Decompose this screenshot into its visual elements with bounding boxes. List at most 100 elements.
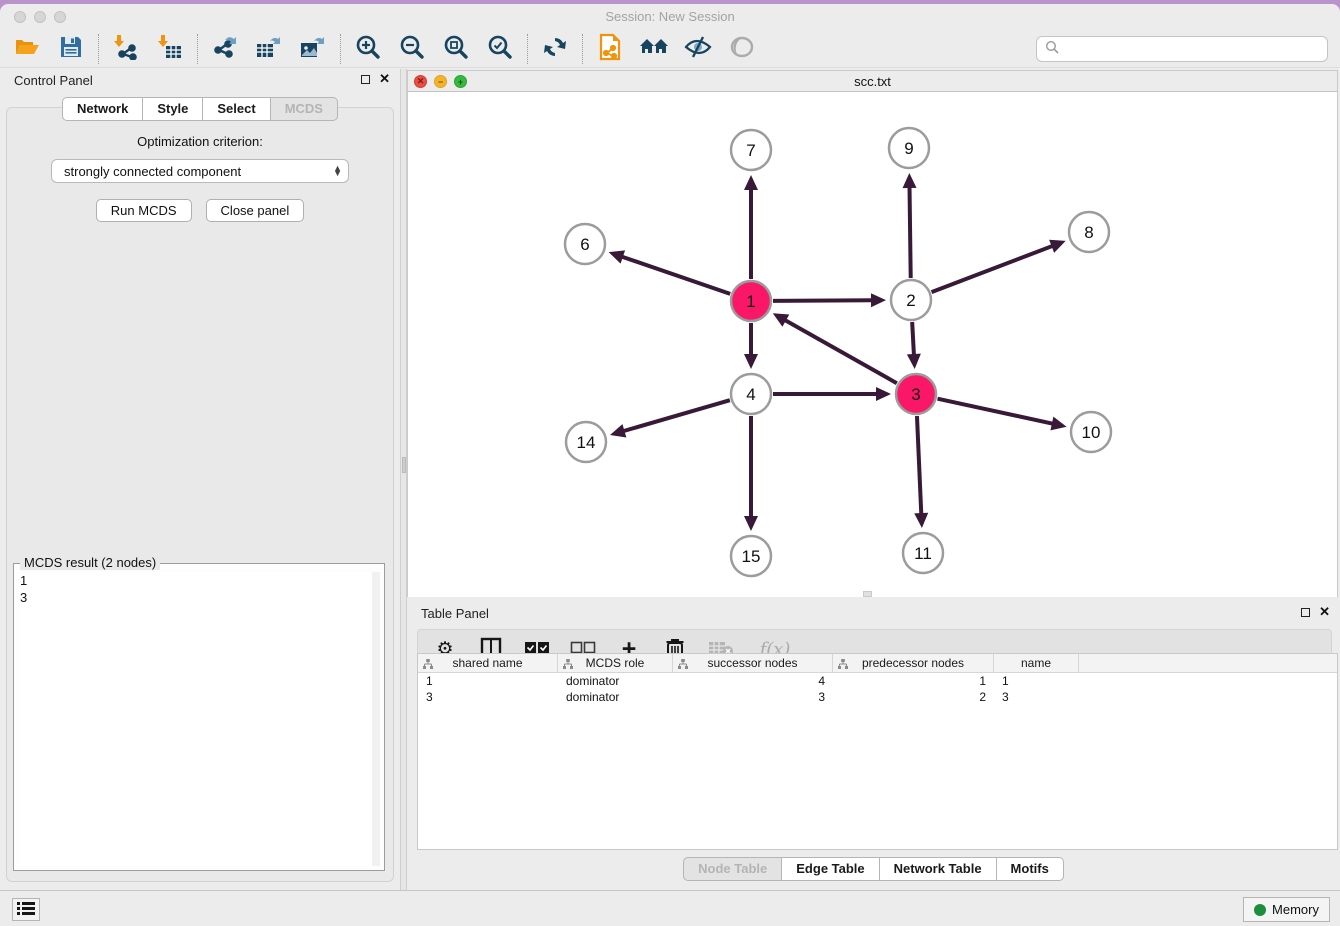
hierarchy-icon (838, 658, 848, 672)
edge-2-9[interactable] (910, 186, 911, 278)
node-label-1: 1 (746, 292, 755, 311)
search-input[interactable] (1064, 40, 1319, 57)
arrowhead-1-4 (744, 354, 758, 369)
edge-1-6[interactable] (621, 256, 730, 294)
table-cell[interactable]: 1 (418, 673, 558, 689)
tab-network[interactable]: Network (62, 97, 143, 121)
table-panel-title: Table Panel (421, 606, 489, 621)
table-cell[interactable]: 2 (833, 689, 994, 705)
column-header-predecessor-nodes[interactable]: predecessor nodes (833, 654, 994, 672)
tab-network-table[interactable]: Network Table (880, 857, 997, 881)
float-table-panel-icon[interactable] (1301, 608, 1310, 617)
criterion-dropdown[interactable]: strongly connected component ▲▼ (51, 159, 349, 183)
zoom-selected-icon (487, 34, 513, 63)
table-cell[interactable]: 1 (833, 673, 994, 689)
arrowhead-1-6 (609, 250, 625, 263)
home-button[interactable] (639, 34, 669, 64)
mcds-result-title: MCDS result (2 nodes) (20, 555, 160, 570)
hide-panel-button[interactable] (683, 34, 713, 64)
network-graph[interactable]: 7968124314101511 (408, 92, 1337, 597)
list-icon (17, 901, 35, 918)
splitter-grip[interactable] (402, 457, 406, 473)
canvas-grip[interactable] (863, 591, 872, 597)
main-toolbar (0, 30, 1340, 68)
search-field[interactable] (1036, 36, 1328, 62)
node-label-4: 4 (746, 385, 755, 404)
task-history-button[interactable] (12, 898, 40, 921)
clone-network-button[interactable] (595, 34, 625, 64)
edge-4-14[interactable] (622, 400, 729, 431)
save-session-button[interactable] (56, 34, 86, 64)
tab-select[interactable]: Select (203, 97, 270, 121)
tab-mcds[interactable]: MCDS (271, 97, 338, 121)
import-network-button[interactable] (111, 34, 141, 64)
table-cell[interactable]: 3 (418, 689, 558, 705)
table-cell[interactable]: 1 (994, 673, 1079, 689)
tab-motifs[interactable]: Motifs (997, 857, 1064, 881)
memory-button[interactable]: Memory (1243, 897, 1330, 922)
mcds-result-text[interactable]: 1 3 (20, 572, 372, 866)
zoom-selected-button[interactable] (485, 34, 515, 64)
result-scrollbar[interactable] (372, 572, 380, 866)
panel-splitter[interactable] (400, 69, 407, 890)
arrowhead-4-15 (744, 516, 758, 531)
export-network-button[interactable] (210, 34, 240, 64)
run-mcds-button[interactable]: Run MCDS (96, 199, 192, 222)
tab-edge-table[interactable]: Edge Table (782, 857, 879, 881)
column-label: MCDS role (586, 656, 645, 670)
float-panel-icon[interactable] (361, 75, 370, 84)
node-label-8: 8 (1084, 223, 1093, 242)
tab-node-table[interactable]: Node Table (683, 857, 782, 881)
table-cell[interactable]: dominator (558, 689, 673, 705)
column-header-MCDS-role[interactable]: MCDS role (558, 654, 673, 672)
import-network-icon (113, 34, 139, 63)
table-cell[interactable]: 4 (673, 673, 833, 689)
column-label: predecessor nodes (862, 656, 964, 670)
edge-3-1[interactable] (784, 320, 897, 384)
column-label: shared name (452, 656, 522, 670)
control-panel-tabstrip: NetworkStyleSelectMCDS (0, 97, 400, 121)
arrowhead-4-3 (876, 387, 891, 401)
edge-3-10[interactable] (937, 399, 1053, 424)
close-panel-button[interactable]: Close panel (206, 199, 305, 222)
column-label: name (1021, 656, 1051, 670)
edge-2-8[interactable] (932, 246, 1054, 293)
zoom-in-button[interactable] (353, 34, 383, 64)
save-disk-icon (60, 36, 82, 61)
network-canvas[interactable]: 7968124314101511 (408, 92, 1337, 597)
node-label-15: 15 (742, 547, 761, 566)
export-image-button[interactable] (298, 34, 328, 64)
titlebar: Session: New Session (0, 4, 1340, 30)
table-cell[interactable]: dominator (558, 673, 673, 689)
export-table-icon (255, 34, 283, 63)
arrowhead-4-14 (610, 424, 626, 437)
refresh-button[interactable] (540, 34, 570, 64)
node-table[interactable]: shared name MCDS role successor nodes prede… (417, 653, 1338, 850)
memory-status-icon (1254, 904, 1266, 916)
table-row[interactable]: 3dominator323 (418, 689, 1337, 705)
table-row[interactable]: 1dominator411 (418, 673, 1337, 689)
zoom-fit-button[interactable] (441, 34, 471, 64)
export-table-button[interactable] (254, 34, 284, 64)
eye-slash-icon (684, 35, 712, 62)
table-cell[interactable]: 3 (994, 689, 1079, 705)
show-panel-button[interactable] (727, 34, 757, 64)
refresh-icon (543, 35, 567, 62)
optimization-criterion-label: Optimization criterion: (7, 134, 393, 149)
close-panel-icon[interactable]: ✕ (379, 74, 390, 84)
network-title: scc.txt (408, 74, 1337, 89)
column-header-successor-nodes[interactable]: successor nodes (673, 654, 833, 672)
node-label-7: 7 (746, 141, 755, 160)
document-network-icon (597, 33, 623, 64)
column-header-shared-name[interactable]: shared name (418, 654, 558, 672)
column-header-name[interactable]: name (994, 654, 1079, 672)
zoom-out-button[interactable] (397, 34, 427, 64)
table-cell[interactable]: 3 (673, 689, 833, 705)
import-table-button[interactable] (155, 34, 185, 64)
edge-2-3[interactable] (912, 322, 914, 356)
edge-3-11[interactable] (917, 416, 921, 515)
open-file-button[interactable] (12, 34, 42, 64)
close-table-panel-icon[interactable]: ✕ (1319, 607, 1330, 617)
tab-style[interactable]: Style (143, 97, 203, 121)
edge-1-2[interactable] (773, 300, 873, 301)
